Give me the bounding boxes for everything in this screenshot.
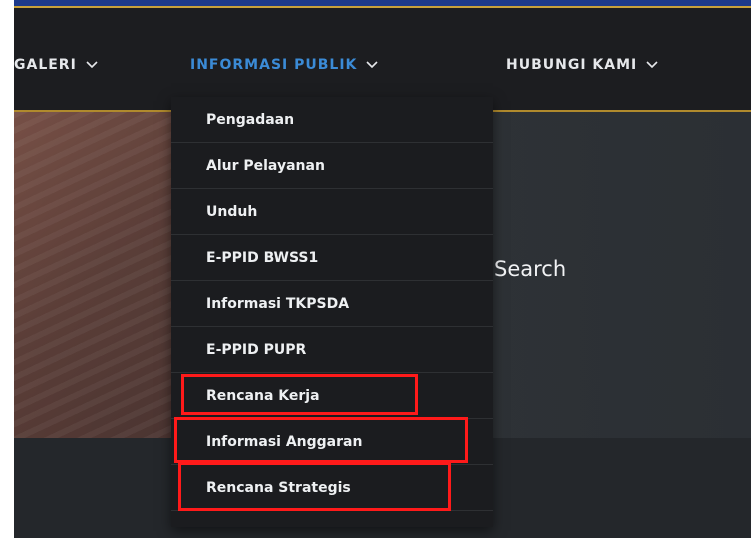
- website-viewport: GALERI INFORMASI PUBLIK HUBUNGI KAMI Sea…: [14, 0, 751, 538]
- dropdown-item-e-ppid-pupr[interactable]: E-PPID PUPR: [171, 327, 493, 373]
- chevron-down-icon: [86, 61, 98, 69]
- nav-item-label: HUBUNGI KAMI: [506, 57, 638, 73]
- dropdown-item-label: Informasi TKPSDA: [206, 295, 350, 312]
- dropdown-item-rencana-kerja[interactable]: Rencana Kerja: [171, 373, 493, 419]
- chevron-down-icon: [646, 61, 658, 69]
- dropdown-item-informasi-tkpsda[interactable]: Informasi TKPSDA: [171, 281, 493, 327]
- top-accent-strip: [14, 0, 751, 8]
- dropdown-item-rencana-strategis[interactable]: Rencana Strategis: [171, 465, 493, 511]
- nav-item-hubungi-kami[interactable]: HUBUNGI KAMI: [506, 53, 659, 77]
- dropdown-item-pengadaan[interactable]: Pengadaan: [171, 97, 493, 143]
- dropdown-item-label: E-PPID PUPR: [206, 341, 307, 358]
- dropdown-item-label: Alur Pelayanan: [206, 157, 325, 174]
- nav-item-informasi-publik[interactable]: INFORMASI PUBLIK: [190, 53, 379, 77]
- chevron-down-icon: [366, 61, 378, 69]
- dropdown-item-label: Unduh: [206, 203, 258, 220]
- hero-background-image: [14, 112, 184, 438]
- dropdown-item-informasi-anggaran[interactable]: Informasi Anggaran: [171, 419, 493, 465]
- informasi-publik-dropdown: Pengadaan Alur Pelayanan Unduh E-PPID BW…: [171, 97, 493, 527]
- dropdown-item-alur-pelayanan[interactable]: Alur Pelayanan: [171, 143, 493, 189]
- nav-item-galeri[interactable]: GALERI: [14, 53, 99, 77]
- dropdown-item-label: Pengadaan: [206, 111, 295, 128]
- dropdown-item-label: E-PPID BWSS1: [206, 249, 319, 266]
- nav-item-label: INFORMASI PUBLIK: [190, 57, 358, 73]
- hero-search-label: Search: [494, 257, 567, 281]
- dropdown-item-e-ppid-bwss1[interactable]: E-PPID BWSS1: [171, 235, 493, 281]
- dropdown-item-label: Informasi Anggaran: [206, 433, 363, 450]
- dropdown-item-label: Rencana Kerja: [206, 387, 320, 404]
- nav-item-label: GALERI: [14, 57, 77, 73]
- dropdown-item-label: Rencana Strategis: [206, 479, 351, 496]
- dropdown-item-unduh[interactable]: Unduh: [171, 189, 493, 235]
